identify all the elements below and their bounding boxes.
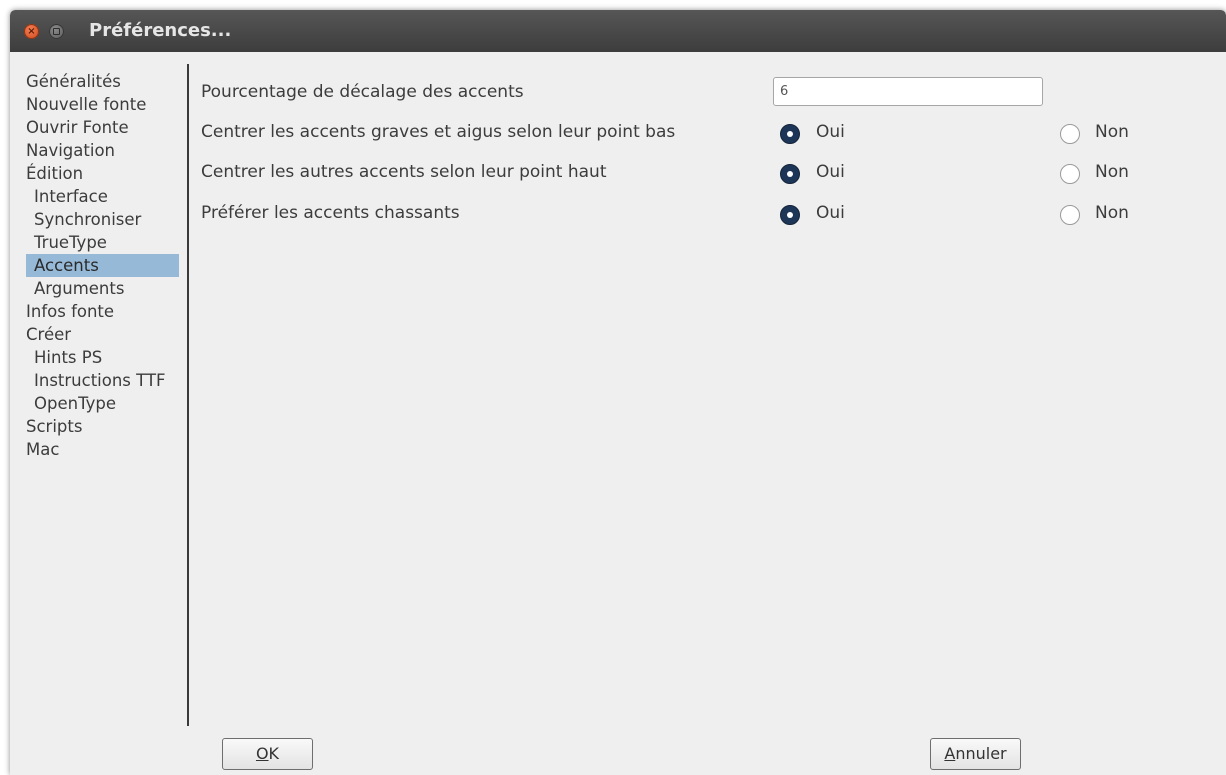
sidebar-item-creer[interactable]: Créer — [26, 323, 186, 346]
option-2-no-radio[interactable] — [1060, 164, 1080, 184]
sidebar-item-truetype[interactable]: TrueType — [26, 231, 186, 254]
ok-mnemonic: O — [255, 744, 269, 763]
ok-label-rest: K — [268, 744, 280, 763]
option-3-yes-label[interactable]: Oui — [816, 203, 845, 223]
sidebar-item-interface[interactable]: Interface — [26, 185, 186, 208]
panel-divider[interactable] — [187, 64, 189, 726]
option-2-yes-label[interactable]: Oui — [816, 162, 845, 182]
sidebar-item-scripts[interactable]: Scripts — [26, 415, 186, 438]
option-3-no-label[interactable]: Non — [1095, 203, 1129, 223]
sidebar-item-accents[interactable]: Accents — [26, 254, 179, 277]
sidebar-item-opentype[interactable]: OpenType — [26, 392, 186, 415]
option-2-yes-radio[interactable] — [780, 164, 800, 184]
sidebar-item-instructions-ttf[interactable]: Instructions TTF — [26, 369, 186, 392]
option-label-center-grave-acute: Centrer les accents graves et aigus selo… — [201, 122, 676, 142]
sidebar-item-generalites[interactable]: Généralités — [26, 70, 186, 93]
option-label-center-other: Centrer les autres accents selon leur po… — [201, 162, 607, 182]
close-icon[interactable]: × — [24, 24, 39, 39]
category-list[interactable]: Généralités Nouvelle fonte Ouvrir Fonte … — [26, 70, 186, 461]
option-1-yes-label[interactable]: Oui — [816, 122, 845, 142]
option-3-no-radio[interactable] — [1060, 205, 1080, 225]
sidebar-item-ouvrir-fonte[interactable]: Ouvrir Fonte — [26, 116, 186, 139]
cancel-button[interactable]: Annuler — [930, 738, 1021, 770]
sidebar-item-nouvelle-fonte[interactable]: Nouvelle fonte — [26, 93, 186, 116]
option-1-no-radio[interactable] — [1060, 124, 1080, 144]
sidebar-item-arguments[interactable]: Arguments — [26, 277, 186, 300]
cancel-label-rest: nnuler — [955, 744, 1007, 763]
sidebar-item-navigation[interactable]: Navigation — [26, 139, 186, 162]
sidebar-item-hints-ps[interactable]: Hints PS — [26, 346, 186, 369]
window-title: Préférences... — [89, 20, 232, 41]
option-2-no-label[interactable]: Non — [1095, 162, 1129, 182]
preferences-window: × Préférences... Généralités Nouvelle fo… — [10, 10, 1226, 775]
minimize-icon[interactable] — [49, 24, 64, 39]
accent-offset-label: Pourcentage de décalage des accents — [201, 82, 524, 102]
sidebar-item-edition[interactable]: Édition — [26, 162, 186, 185]
cancel-mnemonic: A — [944, 744, 956, 763]
sidebar-item-mac[interactable]: Mac — [26, 438, 186, 461]
option-label-prefer-spacing: Préférer les accents chassants — [201, 203, 460, 223]
sidebar-item-synchroniser[interactable]: Synchroniser — [26, 208, 186, 231]
sidebar-item-infos-fonte[interactable]: Infos fonte — [26, 300, 186, 323]
title-bar[interactable]: × Préférences... — [10, 10, 1226, 52]
option-1-no-label[interactable]: Non — [1095, 122, 1129, 142]
option-1-yes-radio[interactable] — [780, 124, 800, 144]
option-3-yes-radio[interactable] — [780, 205, 800, 225]
accent-offset-input[interactable] — [773, 77, 1043, 106]
ok-button[interactable]: OK — [222, 738, 313, 770]
